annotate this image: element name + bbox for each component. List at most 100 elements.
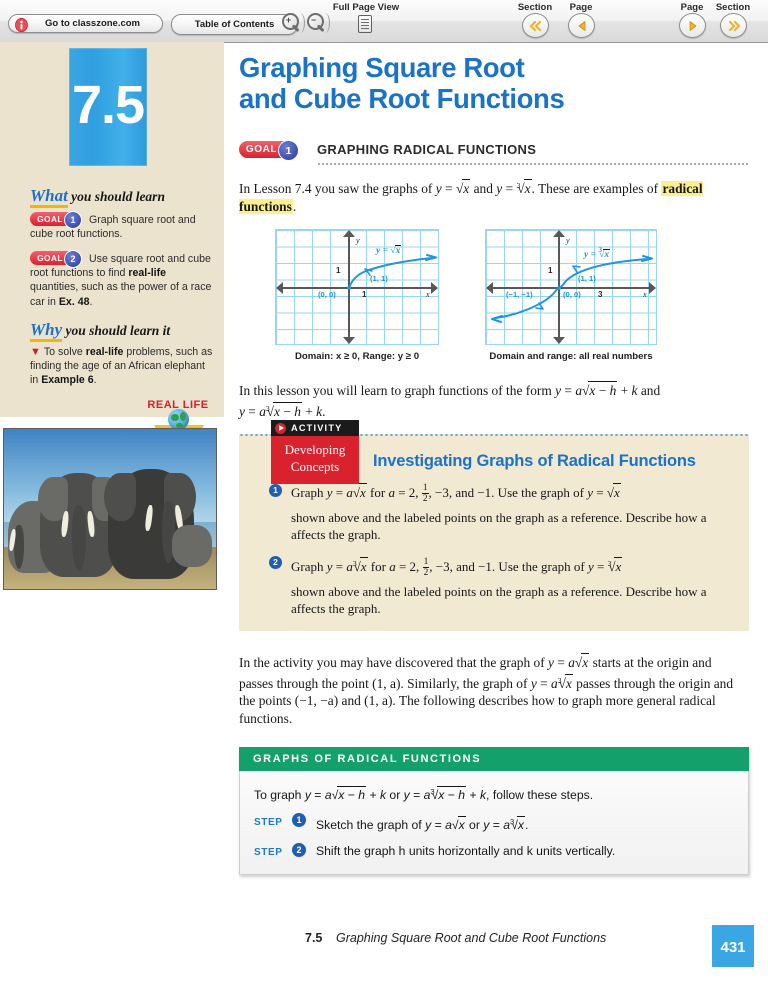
why-accent: Why: [30, 320, 63, 342]
table-of-contents-button[interactable]: Table of Contents: [171, 14, 298, 35]
zoom-out-sign: −: [310, 14, 317, 25]
elephant-photo: [3, 428, 217, 590]
summary-body: To graph y = a√x − h + k or y = a3√x − h…: [239, 771, 749, 875]
step-1-tag: STEP: [254, 817, 283, 828]
sqrt-x-inline: √x: [455, 179, 471, 196]
cbrt-graph-plot: 1 3 (−1, −1) (0, 0) (1, 1) y x y = 3√x: [485, 229, 657, 345]
lesson-number-badge: 7.5: [69, 48, 147, 166]
summary-step-2: STEP 2 Shift the graph h units horizonta…: [254, 843, 734, 860]
intro-equation-1: y: [435, 181, 442, 196]
intro-text-c: . These are examples of: [531, 181, 662, 196]
activity-item-2: 2 Graph y = a3√x for a = 2, 12, −3, and …: [269, 555, 721, 617]
y-tick-1: 1: [548, 266, 553, 275]
sqrt-x-minus-h: √x − h: [582, 381, 618, 398]
figure-sqrt: 1 1 (0, 0) (1, 1) y x y = √x Domain: x ≥…: [275, 229, 439, 362]
sum-intro-c: , follow these steps.: [486, 788, 594, 802]
lesson-number: 7.5: [71, 75, 145, 135]
graph-figures: 1 1 (0, 0) (1, 1) y x y = √x Domain: x ≥…: [239, 229, 749, 371]
cbrt-x-inline: 3√x: [516, 179, 532, 196]
goal-2-text-b: quantities, such as the power of a race …: [30, 281, 212, 308]
sum-intro-a: To graph: [254, 788, 305, 802]
full-page-view-label: Full Page View: [332, 2, 400, 13]
triangle-right-icon: [689, 20, 696, 31]
section-prev-button[interactable]: [522, 13, 549, 38]
textbook-page: Go to classzone.com Table of Contents + …: [0, 0, 768, 994]
goal-chip-number: 1: [278, 140, 299, 161]
elephant-right-ear-left: [104, 473, 136, 521]
figure-cbrt: 1 3 (−1, −1) (0, 0) (1, 1) y x y = 3√x D…: [485, 229, 657, 362]
footer-lesson-number: 7.5: [305, 931, 323, 945]
intro-text-d: .: [292, 198, 297, 214]
discover-paragraph: In the activity you may have discovered …: [239, 653, 734, 726]
full-page-view-button[interactable]: [355, 13, 377, 35]
what-accent: What: [30, 186, 68, 208]
activity-item-1: 1 Graph y = a√x for a = 2, 12, −3, and −…: [269, 483, 721, 543]
goal-2-bold-a: real-life: [128, 267, 167, 280]
page-next-button[interactable]: [679, 13, 706, 38]
cbrt-figure-caption: Domain and range: all real numbers: [489, 351, 653, 362]
origin-point: [557, 286, 561, 290]
what-rest: you should learn: [67, 189, 165, 204]
annotation-origin: (0, 0): [318, 290, 336, 299]
discover-a: In the activity you may have discovered …: [239, 655, 548, 670]
intro-text-b: and: [470, 181, 497, 196]
why-rest: you should learn it: [62, 323, 171, 338]
summary-heading: GRAPHS OF RADICAL FUNCTIONS: [239, 747, 749, 771]
goal-1-chip: GOAL 1: [30, 211, 84, 229]
zoom-in-button[interactable]: +: [281, 12, 305, 34]
x-axis-label: x: [643, 290, 647, 299]
origin-point: [347, 286, 351, 290]
step-1-text-a: Sketch the graph of: [316, 818, 426, 832]
goal-2-bold-b: Ex. 48: [58, 295, 90, 308]
goal-heading-text: GRAPHING RADICAL FUNCTIONS: [317, 142, 537, 157]
real-life-label: REAL LIFE: [147, 399, 209, 411]
page-prev-label: Page: [569, 2, 593, 13]
lesson-text-a: In this lesson you will learn to graph f…: [239, 383, 556, 398]
annotation-neg1: (−1, −1): [506, 290, 533, 299]
goal-chip: GOAL 1: [239, 140, 301, 161]
why-bold-a: real-life: [85, 346, 124, 358]
goal-2-text-c: .: [89, 295, 93, 308]
sqrt-graph-plot: 1 1 (0, 0) (1, 1) y x y = √x: [275, 229, 439, 345]
page-next-label: Page: [680, 2, 704, 13]
sqrt-curve: [348, 254, 437, 289]
step-1-number: 1: [292, 813, 306, 827]
cbrt-x-minus-h: 3√x − h: [265, 401, 302, 419]
info-icon: [15, 17, 28, 32]
page-prev-button[interactable]: [568, 13, 595, 38]
y-axis-label: y: [356, 236, 360, 245]
lesson-content: Graphing Square Root and Cube Root Funct…: [239, 52, 749, 875]
title-line-1: Graphing Square Root: [239, 52, 525, 83]
why-you-should-learn-it-heading: Why you should learn it: [30, 320, 171, 342]
section-next-button[interactable]: [720, 13, 747, 38]
goal-2-chip-number: 2: [64, 250, 82, 268]
developing-line-1: Developing: [284, 442, 346, 457]
why-text-c: .: [93, 374, 97, 387]
fraction-one-half: 12: [422, 557, 430, 578]
page-footer: 7.5 Graphing Square Root and Cube Root F…: [0, 925, 768, 967]
step-2-text: Shift the graph h units horizontally and…: [316, 844, 616, 858]
y-tick-1: 1: [336, 266, 341, 275]
act2-line2: shown above and the labeled points on th…: [291, 584, 707, 616]
go-to-classzone-button[interactable]: Go to classzone.com: [8, 14, 163, 33]
play-icon: [275, 422, 286, 434]
annotation-origin: (0, 0): [563, 290, 581, 299]
summary-intro: To graph y = a√x − h + k or y = a3√x − h…: [254, 786, 594, 802]
x-tick-3: 3: [598, 290, 603, 299]
step-2-tag: STEP: [254, 847, 283, 858]
intro-paragraph: In Lesson 7.4 you saw the graphs of y = …: [239, 177, 749, 215]
why-text-a: To solve: [43, 346, 86, 358]
annotation-1-1: (1, 1): [578, 274, 596, 283]
lesson-form-paragraph: In this lesson you will learn to graph f…: [239, 381, 661, 419]
x-tick-1: 1: [362, 290, 367, 299]
summary-step-1: STEP 1 Sketch the graph of y = a√x or y …: [254, 813, 529, 832]
section-next-label: Section: [715, 2, 751, 13]
activity-item-1-number: 1: [269, 484, 282, 497]
sum-intro-b: or: [386, 788, 404, 802]
classzone-label: Go to classzone.com: [44, 18, 141, 29]
zoom-out-button[interactable]: −: [306, 12, 330, 34]
goal-section-heading: GOAL 1 GRAPHING RADICAL FUNCTIONS: [239, 139, 749, 167]
activity-item-2-text: Graph y = a3√x for a = 2, 12, −3, and −1…: [269, 555, 721, 617]
activity-tab: ACTIVITY: [271, 420, 359, 436]
elephant-center-trunk: [72, 505, 86, 571]
